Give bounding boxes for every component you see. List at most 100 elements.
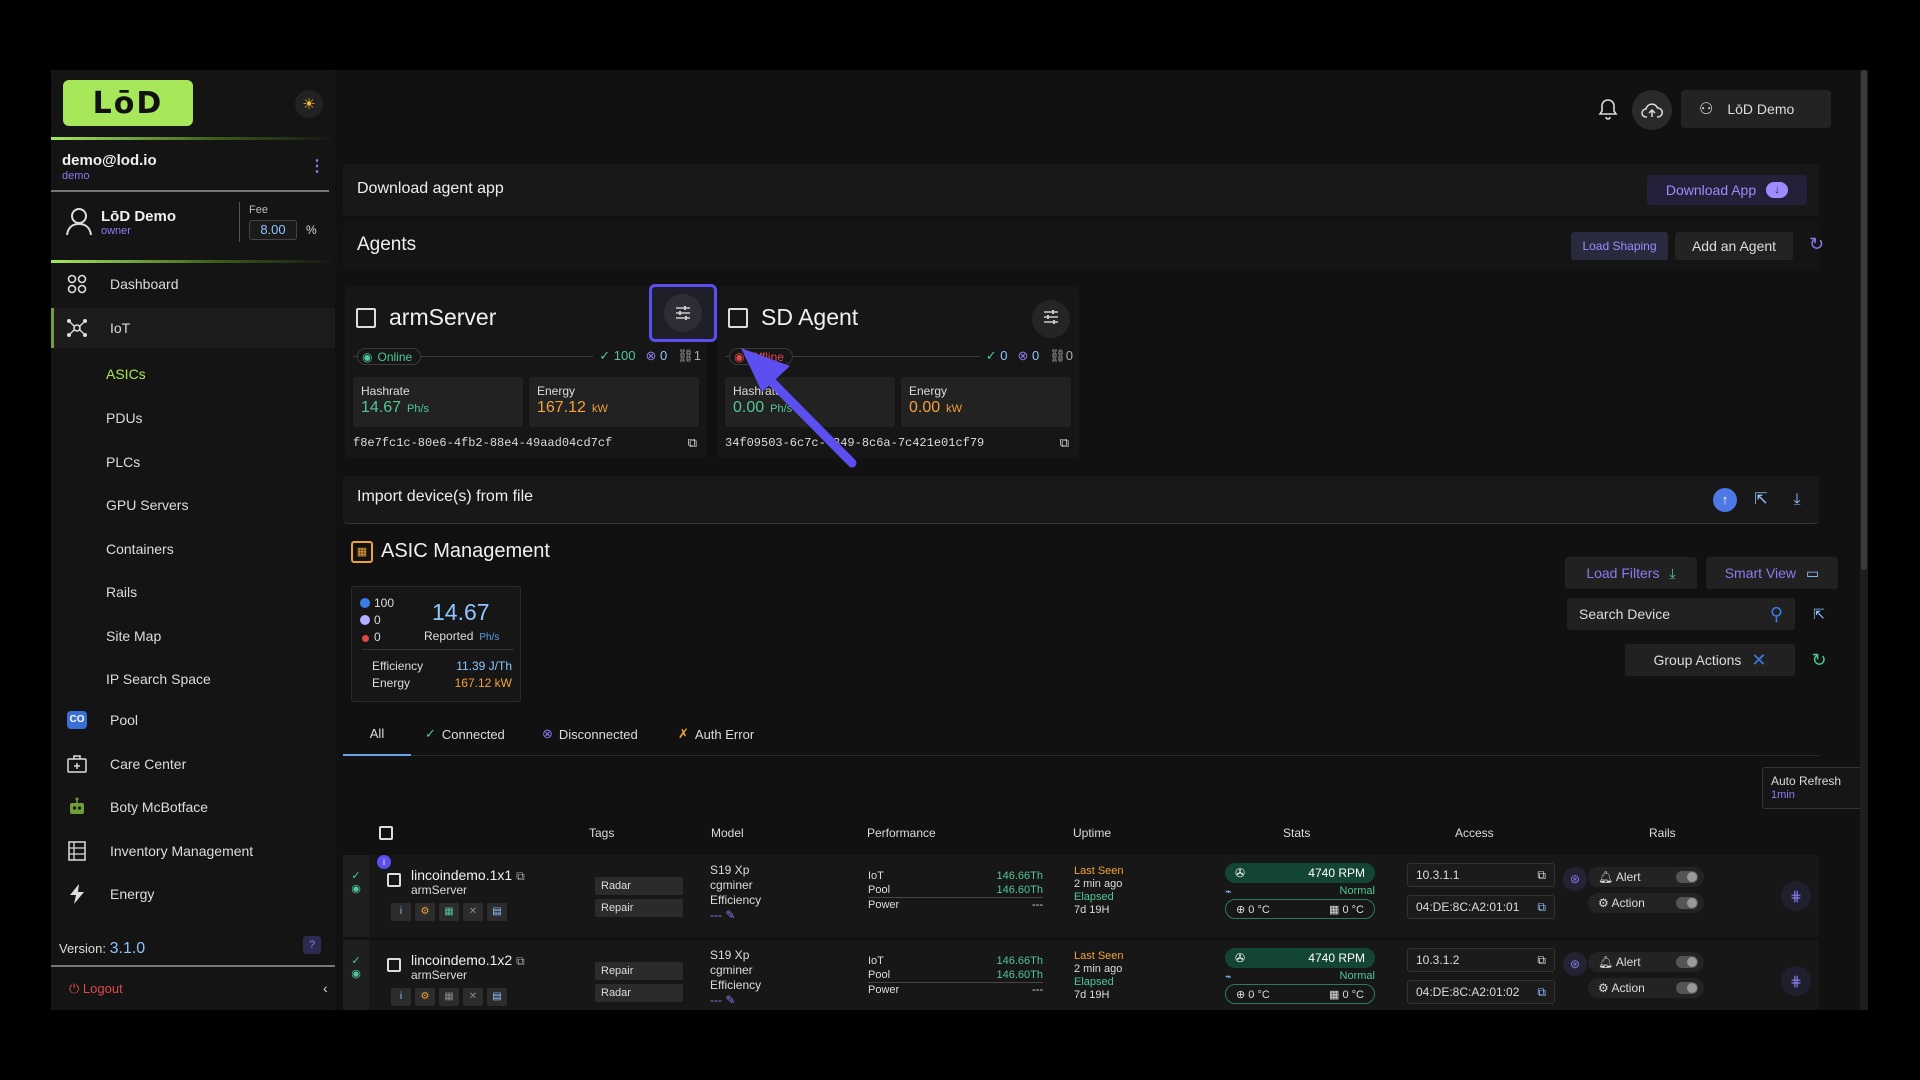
tab-connected[interactable]: ✓ Connected bbox=[425, 712, 505, 756]
export-icon[interactable]: ⇱ bbox=[1801, 598, 1837, 630]
tab-auth-error[interactable]: ✗ Auth Error bbox=[678, 712, 754, 756]
gear-icon[interactable]: ⚙ bbox=[415, 988, 435, 1006]
edit-icon[interactable]: ✎ bbox=[725, 908, 735, 922]
refresh-icon[interactable]: ↻ bbox=[1809, 234, 1824, 255]
auto-refresh-select[interactable]: Auto Refresh 1min ⌄ bbox=[1762, 767, 1868, 809]
edit-icon[interactable]: ✎ bbox=[725, 993, 735, 1007]
action-toggle[interactable]: ⚙ Action bbox=[1588, 978, 1704, 998]
row-options-icon[interactable]: ⋕ bbox=[1781, 881, 1811, 911]
action-toggle[interactable]: ⚙ Action bbox=[1588, 893, 1704, 913]
subnav-ip-search-space[interactable]: IP Search Space bbox=[106, 671, 211, 687]
account-menu-kebab-icon[interactable]: ⋮ bbox=[309, 156, 325, 176]
copy-icon[interactable]: ⧉ bbox=[1537, 896, 1546, 918]
tag-badge[interactable]: Radar bbox=[595, 877, 683, 895]
scrollbar[interactable] bbox=[1860, 70, 1868, 1010]
nav-dashboard[interactable]: Dashboard bbox=[51, 264, 335, 304]
toggle-switch[interactable] bbox=[1676, 982, 1698, 994]
user-menu-button[interactable]: ⚇ LōD Demo bbox=[1681, 90, 1831, 128]
nav-care-center[interactable]: Care Center bbox=[51, 744, 335, 784]
calendar-icon[interactable]: ▤ bbox=[487, 903, 507, 921]
search-device-field[interactable]: Search Device ⚲ bbox=[1567, 598, 1795, 630]
subnav-asics[interactable]: ASICs bbox=[106, 366, 146, 382]
copy-icon[interactable]: ⧉ bbox=[1537, 981, 1546, 1003]
gear-icon[interactable]: ⚙ bbox=[415, 903, 435, 921]
help-icon[interactable]: ? bbox=[303, 936, 321, 954]
subnav-containers[interactable]: Containers bbox=[106, 541, 174, 557]
tab-all[interactable]: All bbox=[343, 712, 411, 756]
layout-icon[interactable]: ▦ bbox=[439, 988, 459, 1006]
tools-icon[interactable]: ✕ bbox=[463, 903, 483, 921]
mac-address-field[interactable]: 04:DE:8C:A2:01:02 ⧉ bbox=[1407, 980, 1555, 1004]
alert-toggle[interactable]: 🔔︎ Alert bbox=[1588, 952, 1704, 972]
subnav-pdus[interactable]: PDUs bbox=[106, 410, 143, 426]
tab-disconnected[interactable]: ⊗ Disconnected bbox=[542, 712, 638, 756]
download-app-label: Download App bbox=[1665, 182, 1757, 198]
lod-logo[interactable]: LōD bbox=[63, 80, 193, 126]
share-icon[interactable]: ⇱ bbox=[1749, 488, 1773, 512]
agent-checkbox[interactable] bbox=[728, 308, 748, 328]
toggle-switch[interactable] bbox=[1676, 956, 1698, 968]
copy-icon[interactable]: ⧉ bbox=[516, 869, 525, 883]
agent-settings-highlighted[interactable] bbox=[649, 284, 717, 342]
subnav-rails[interactable]: Rails bbox=[106, 584, 137, 600]
upload-icon[interactable]: ↑ bbox=[1713, 488, 1737, 512]
add-agent-button[interactable]: Add an Agent bbox=[1675, 232, 1793, 260]
cloud-upload-icon[interactable] bbox=[1632, 90, 1672, 130]
smart-view-button[interactable]: Smart View ▭ bbox=[1706, 557, 1838, 589]
tag-badge[interactable]: Repair bbox=[595, 899, 683, 917]
copy-icon[interactable]: ⧉ bbox=[516, 954, 525, 968]
tag-badge[interactable]: Repair bbox=[595, 962, 683, 980]
table-row[interactable]: ✓ ◉ i lincoindemo.1x1 ⧉ armServer i ⚙ ▦ ✕… bbox=[343, 855, 1819, 937]
refresh-icon[interactable]: ↻ bbox=[1801, 644, 1837, 676]
tools-icon[interactable]: ✕ bbox=[463, 988, 483, 1006]
ip-address-field[interactable]: 10.3.1.2 ⧉ bbox=[1407, 948, 1555, 972]
row-checkbox[interactable] bbox=[387, 873, 401, 892]
efficiency-value: 11.39 J/Th bbox=[456, 659, 512, 673]
load-filters-button[interactable]: Load Filters ⤓ bbox=[1565, 557, 1697, 589]
row-options-icon[interactable]: ⋕ bbox=[1781, 966, 1811, 996]
subnav-site-map[interactable]: Site Map bbox=[106, 628, 161, 644]
nav-inventory[interactable]: Inventory Management bbox=[51, 831, 335, 871]
theme-toggle-sun-icon[interactable]: ☀ bbox=[295, 90, 323, 118]
mac-address-field[interactable]: 04:DE:8C:A2:01:01 ⧉ bbox=[1407, 895, 1555, 919]
network-scan-icon[interactable]: ⊛ bbox=[1563, 952, 1587, 976]
header-stats: Stats bbox=[1283, 826, 1311, 840]
download-app-button[interactable]: Download App ↓ bbox=[1647, 175, 1807, 205]
logout-button[interactable]: ⏻ Logout bbox=[69, 981, 123, 997]
network-scan-icon[interactable]: ⊛ bbox=[1563, 867, 1587, 891]
toggle-switch[interactable] bbox=[1676, 897, 1698, 909]
agent-checkbox[interactable] bbox=[356, 308, 376, 328]
tag-badge[interactable]: Radar bbox=[595, 984, 683, 1002]
copy-icon[interactable]: ⧉ bbox=[688, 435, 697, 451]
alert-toggle[interactable]: 🔔︎ Alert bbox=[1588, 867, 1704, 887]
group-actions-button[interactable]: Group Actions ✕ bbox=[1625, 644, 1795, 676]
select-all-checkbox[interactable] bbox=[379, 826, 393, 843]
collapse-sidebar-chevron-icon[interactable]: ‹ bbox=[323, 980, 328, 996]
info-icon[interactable]: i bbox=[391, 988, 411, 1006]
scrollbar-thumb[interactable] bbox=[1861, 70, 1867, 570]
download-icon[interactable]: ⤓ bbox=[1785, 488, 1809, 512]
row-checkbox[interactable] bbox=[387, 958, 401, 977]
nav-iot[interactable]: IoT bbox=[51, 308, 335, 348]
table-row[interactable]: ✓ ◉ lincoindemo.1x2 ⧉ armServer i ⚙ ▦ ✕ ▤… bbox=[343, 940, 1819, 1010]
external-link-icon[interactable]: ⧉ bbox=[1537, 864, 1546, 886]
load-shaping-button[interactable]: Load Shaping bbox=[1571, 232, 1668, 260]
fee-input[interactable]: 8.00 bbox=[249, 220, 297, 240]
energy-row: Energy 167.12 kW bbox=[372, 676, 512, 690]
calendar-icon[interactable]: ▤ bbox=[487, 988, 507, 1006]
external-link-icon[interactable]: ⧉ bbox=[1537, 949, 1546, 971]
ip-address-field[interactable]: 10.3.1.1 ⧉ bbox=[1407, 863, 1555, 887]
nav-boty[interactable]: Boty McBotface bbox=[51, 787, 335, 827]
power-icon: ⏻ bbox=[69, 981, 80, 996]
nav-pool[interactable]: CO Pool bbox=[51, 700, 335, 740]
subnav-gpu-servers[interactable]: GPU Servers bbox=[106, 497, 188, 513]
info-icon[interactable]: i bbox=[391, 903, 411, 921]
nav-energy[interactable]: Energy bbox=[51, 874, 335, 914]
layout-icon[interactable]: ▦ bbox=[439, 903, 459, 921]
toggle-switch[interactable] bbox=[1676, 871, 1698, 883]
agent-settings-button[interactable] bbox=[1032, 300, 1070, 338]
bell-icon[interactable] bbox=[1595, 98, 1621, 124]
copy-icon[interactable]: ⧉ bbox=[1060, 435, 1069, 451]
header-tags: Tags bbox=[589, 826, 615, 840]
subnav-plcs[interactable]: PLCs bbox=[106, 454, 140, 470]
